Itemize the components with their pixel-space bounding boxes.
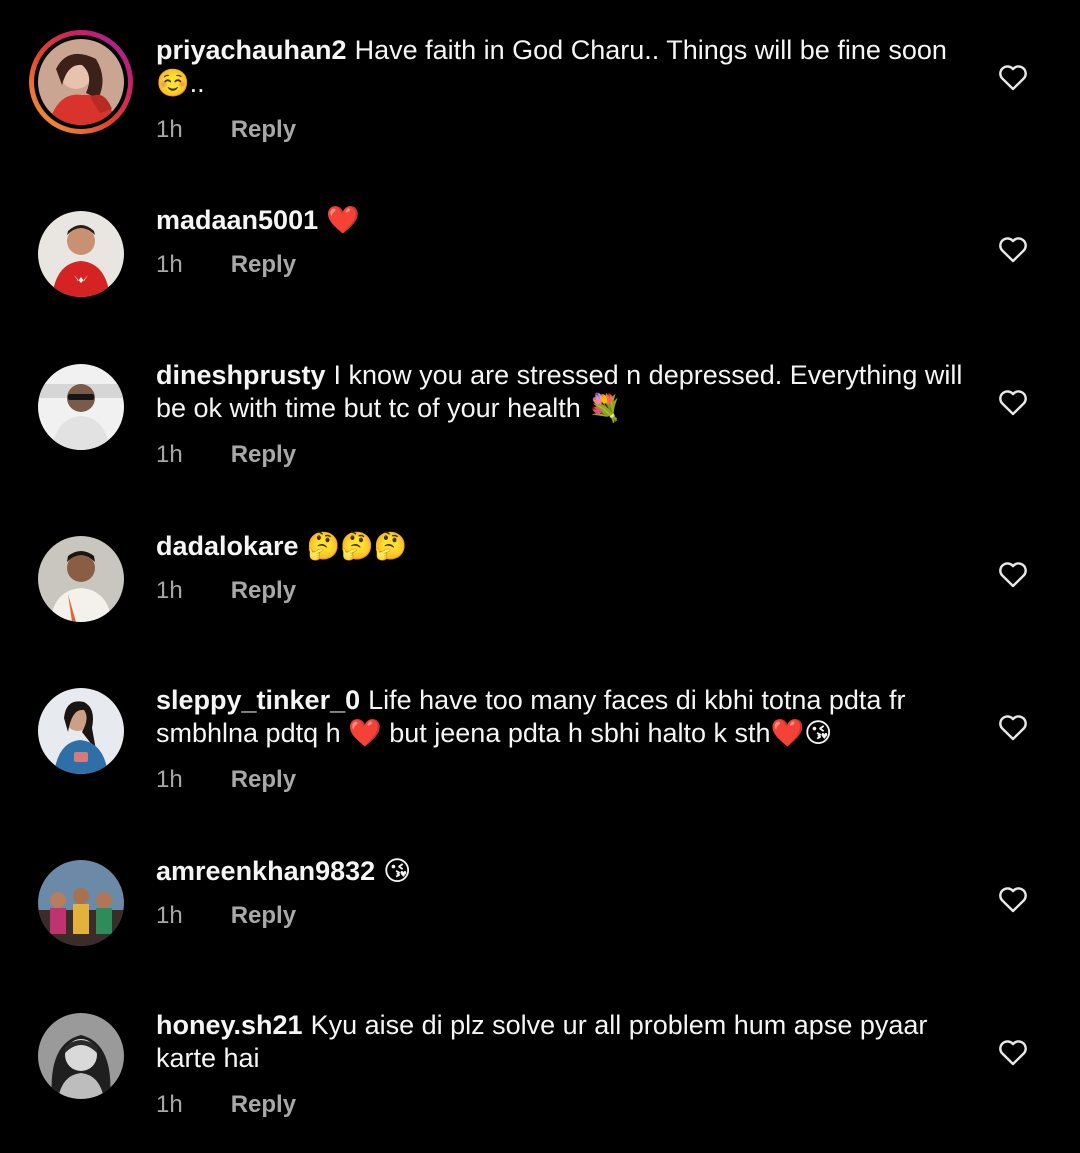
comment-username[interactable]: honey.sh21 [156,1010,303,1040]
comment-time: 1h [156,902,183,929]
avatar-story-ring[interactable] [29,30,133,134]
heart-outline-icon[interactable] [996,232,1030,266]
heart-outline-icon[interactable] [996,710,1030,744]
comment-body: ❤️ [326,205,360,236]
avatar-image [38,860,124,946]
comment-text: sleppy_tinker_0 Life have too many faces … [156,684,976,750]
comment-text: honey.sh21 Kyu aise di plz solve ur all p… [156,1009,976,1075]
avatar[interactable] [38,1013,124,1099]
reply-button[interactable]: Reply [231,577,296,605]
avatar-image [38,536,124,622]
comment-body: 😘 [383,856,412,887]
heart-outline-icon[interactable] [996,1035,1030,1069]
comment-meta: 1h Reply [156,116,976,144]
heart-outline-icon[interactable] [996,60,1030,94]
comment-meta: 1h Reply [156,251,976,279]
comment-meta: 1h Reply [156,577,976,605]
comment-time: 1h [156,766,183,793]
avatar[interactable] [38,536,124,622]
reply-button[interactable]: Reply [231,441,296,469]
avatar-image [38,364,124,450]
comment-username[interactable]: dineshprusty [156,360,326,390]
avatar-image [38,39,124,125]
comment-time: 1h [156,577,183,604]
avatar[interactable] [38,688,124,774]
avatar[interactable] [38,860,124,946]
heart-outline-icon[interactable] [996,557,1030,591]
comment-text: dadalokare 🤔🤔🤔 [156,530,976,563]
reply-button[interactable]: Reply [231,251,296,279]
reply-button[interactable]: Reply [231,902,296,930]
comment-text: madaan5001 ❤️ [156,204,976,237]
avatar-image [38,688,124,774]
comment-username[interactable]: madaan5001 [156,205,318,235]
comment-meta: 1h Reply [156,902,976,930]
heart-outline-icon[interactable] [996,882,1030,916]
comment-text: amreenkhan9832 😘 [156,855,976,888]
comment-text: dineshprusty I know you are stressed n de… [156,359,976,425]
comment-meta: 1h Reply [156,766,976,794]
avatar[interactable] [38,211,124,297]
comment-time: 1h [156,251,183,278]
comment-text: priyachauhan2 Have faith in God Charu.. T… [156,34,976,100]
comment-meta: 1h Reply [156,1091,976,1119]
comment-time: 1h [156,116,183,143]
comment-username[interactable]: priyachauhan2 [156,35,347,65]
reply-button[interactable]: Reply [231,1091,296,1119]
avatar-image [38,211,124,297]
comment-time: 1h [156,441,183,468]
reply-button[interactable]: Reply [231,766,296,794]
reply-button[interactable]: Reply [231,116,296,144]
comment-username[interactable]: amreenkhan9832 [156,856,375,886]
comment-meta: 1h Reply [156,441,976,469]
comment-body: 🤔🤔🤔 [306,531,408,562]
comment-username[interactable]: sleppy_tinker_0 [156,685,360,715]
heart-outline-icon[interactable] [996,385,1030,419]
avatar-image [38,1013,124,1099]
comment-username[interactable]: dadalokare [156,531,299,561]
avatar[interactable] [38,364,124,450]
comment-time: 1h [156,1091,183,1118]
